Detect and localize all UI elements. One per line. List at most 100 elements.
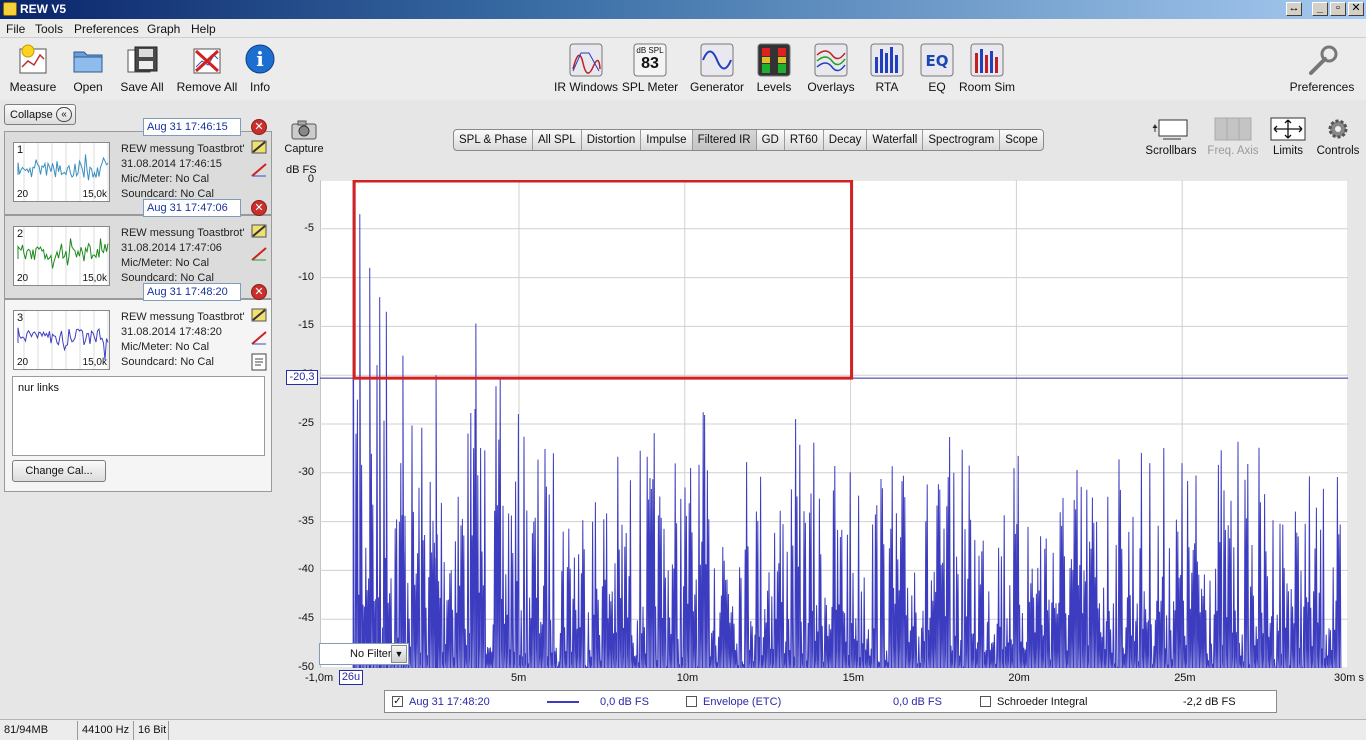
spl-value: 83 <box>641 55 659 72</box>
y-tick-label: -5 <box>304 221 314 234</box>
line-style-icon[interactable] <box>251 331 267 345</box>
ir-windows-label: IR Windows <box>553 80 618 94</box>
tab-filtered-ir[interactable]: Filtered IR <box>692 130 757 150</box>
tab-decay[interactable]: Decay <box>824 130 868 150</box>
measurement-mic-1: Mic/Meter: No Cal <box>121 173 210 185</box>
freq-axis-button: Freq. Axis <box>1205 116 1261 157</box>
measurement-info-3: REW messung Toastbrot' 31.08.2014 17:48:… <box>121 310 245 370</box>
remove-measurement-1-icon[interactable]: ✕ <box>251 119 267 135</box>
schroeder-checkbox[interactable] <box>980 696 991 707</box>
ir-windows-button[interactable]: IR Windows <box>551 38 621 94</box>
y-tick-label: -45 <box>298 612 314 625</box>
tab-waterfall[interactable]: Waterfall <box>867 130 924 150</box>
measurement-date-2[interactable]: Aug 31 17:47:06 <box>143 199 241 217</box>
sample-rate: 44100 Hz <box>82 724 130 736</box>
x-tick-label: 10m <box>676 672 699 684</box>
scrollbars-button[interactable]: Scrollbars <box>1143 116 1199 157</box>
measurement-number-1: 1 <box>17 144 24 156</box>
measurement-timestamp-2: 31.08.2014 17:47:06 <box>121 242 222 254</box>
tab-gd[interactable]: GD <box>757 130 785 150</box>
measurement-mic-3: Mic/Meter: No Cal <box>121 341 210 353</box>
measurement-thumbnail-3[interactable]: 3 20 15,0k <box>13 310 110 370</box>
y-tick-label: -10 <box>298 270 314 283</box>
measurement-timestamp-3: 31.08.2014 17:48:20 <box>121 326 222 338</box>
tab-spl-phase[interactable]: SPL & Phase <box>454 130 533 150</box>
info-button[interactable]: i Info <box>225 38 295 94</box>
levels-icon <box>757 43 791 77</box>
envelope-checkbox[interactable] <box>686 696 697 707</box>
change-cal-button[interactable]: Change Cal... <box>12 460 106 482</box>
controls-button[interactable]: Controls <box>1313 116 1363 157</box>
remove-measurement-2-icon[interactable]: ✕ <box>251 200 267 216</box>
chevron-down-icon[interactable]: ▼ <box>391 645 407 663</box>
menu-file[interactable]: File <box>6 22 25 36</box>
filtered-ir-plot[interactable] <box>320 180 1348 668</box>
tab-impulse[interactable]: Impulse <box>641 130 693 150</box>
menu-bar: File Tools Preferences Graph Help <box>0 19 1366 38</box>
measurement-soundcard-3: Soundcard: No Cal <box>121 356 214 368</box>
spl-meter-button[interactable]: dB SPL 83 SPL Meter <box>615 38 685 94</box>
color-picker-icon[interactable] <box>251 308 267 322</box>
measurement-date-3[interactable]: Aug 31 17:48:20 <box>143 283 241 301</box>
menu-graph[interactable]: Graph <box>147 22 180 36</box>
double-chevron-left-icon: « <box>56 107 72 122</box>
capture-button[interactable]: Capture <box>284 118 324 155</box>
spl-meter-icon: dB SPL 83 <box>633 43 667 77</box>
tab-rt60[interactable]: RT60 <box>785 130 824 150</box>
thumb-range-hi-3: 15,0k <box>82 357 107 368</box>
measurement-thumbnail-2[interactable]: 2 20 15,0k <box>13 226 110 286</box>
scrollbars-label: Scrollbars <box>1145 145 1197 157</box>
maximize-button[interactable]: ▫ <box>1330 2 1346 16</box>
limits-button[interactable]: Limits <box>1261 116 1315 157</box>
bit-depth: 16 Bit <box>138 724 167 736</box>
envelope-label: Envelope (ETC) <box>703 696 782 708</box>
overlays-icon <box>814 43 848 77</box>
remove-icon <box>190 43 224 77</box>
tab-all-spl[interactable]: All SPL <box>533 130 582 150</box>
color-picker-icon[interactable] <box>251 140 267 154</box>
line-style-icon[interactable] <box>251 247 267 261</box>
trace-visible-checkbox[interactable]: ✓ <box>392 696 403 707</box>
collapse-button[interactable]: Collapse « <box>4 104 76 125</box>
preferences-button[interactable]: Preferences <box>1287 38 1357 94</box>
measurement-date-1[interactable]: Aug 31 17:46:15 <box>143 118 241 136</box>
remove-measurement-3-icon[interactable]: ✕ <box>251 284 267 300</box>
y-tick-label: 0 <box>307 173 314 185</box>
thumb-range-lo-1: 20 <box>17 189 29 200</box>
y-tick-label: -35 <box>298 514 314 527</box>
capture-label: Capture <box>284 143 324 155</box>
tab-scope[interactable]: Scope <box>1000 130 1043 150</box>
measurement-info-1: REW messung Toastbrot' 31.08.2014 17:46:… <box>121 142 245 202</box>
measurement-thumbnail-1[interactable]: 1 20 15,0k <box>13 142 110 202</box>
color-picker-icon[interactable] <box>251 224 267 238</box>
filter-select[interactable]: No Filter ▼ <box>319 643 409 665</box>
menu-preferences[interactable]: Preferences <box>74 22 139 36</box>
save-all-button[interactable]: Save All <box>107 38 177 94</box>
x-tick-label: 30m s <box>1334 672 1364 684</box>
x-cursor-readout[interactable]: 26u <box>339 670 363 685</box>
menu-tools[interactable]: Tools <box>35 22 63 36</box>
x-tick-label: 15m <box>842 672 864 684</box>
minimize-button[interactable]: _ <box>1312 2 1328 16</box>
measurement-name-2: REW messung Toastbrot' <box>121 227 245 239</box>
room-sim-button[interactable]: Room Sim <box>952 38 1022 94</box>
y-tick-label: -40 <box>298 563 314 576</box>
svg-text:EQ: EQ <box>926 52 949 70</box>
rta-icon <box>870 43 904 77</box>
controls-label: Controls <box>1316 145 1360 157</box>
close-window-button[interactable]: ✕ <box>1348 2 1364 16</box>
notes-icon[interactable] <box>251 353 267 371</box>
tab-spectrogram[interactable]: Spectrogram <box>923 130 1001 150</box>
measurement-info-2: REW messung Toastbrot' 31.08.2014 17:47:… <box>121 226 245 286</box>
tab-distortion[interactable]: Distortion <box>582 130 642 150</box>
measurement-notes[interactable]: nur links <box>12 376 265 456</box>
restore-size-button[interactable]: ↔ <box>1286 2 1302 16</box>
menu-help[interactable]: Help <box>191 22 216 36</box>
y-cursor-readout[interactable]: -20,3 <box>286 370 318 385</box>
preferences-label: Preferences <box>1289 80 1355 94</box>
schroeder-value: -2,2 dB FS <box>1183 696 1236 708</box>
x-tick-label: 25m <box>1174 672 1196 684</box>
line-style-icon[interactable] <box>251 163 267 177</box>
measurement-name-3: REW messung Toastbrot' <box>121 311 245 323</box>
camera-icon <box>291 120 317 140</box>
